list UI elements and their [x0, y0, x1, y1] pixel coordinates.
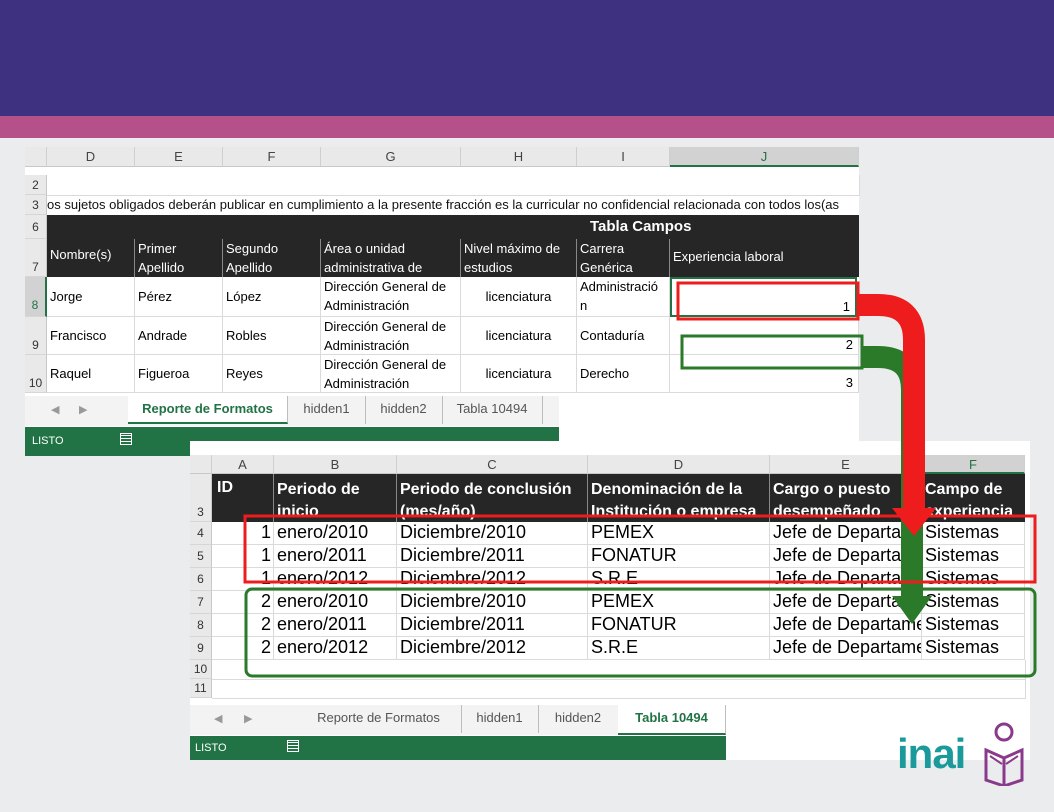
- green-arrow-head: [892, 596, 932, 624]
- inai-logo: inai: [897, 720, 1027, 790]
- logo-book-icon: [984, 722, 1024, 786]
- logo-text: inai: [897, 730, 966, 777]
- red-arrow-head: [892, 508, 936, 536]
- red-arrow: [858, 294, 925, 510]
- red-highlight-box: [676, 281, 860, 321]
- green-highlight-box: [680, 334, 864, 370]
- annotation-layer: [243, 281, 1037, 678]
